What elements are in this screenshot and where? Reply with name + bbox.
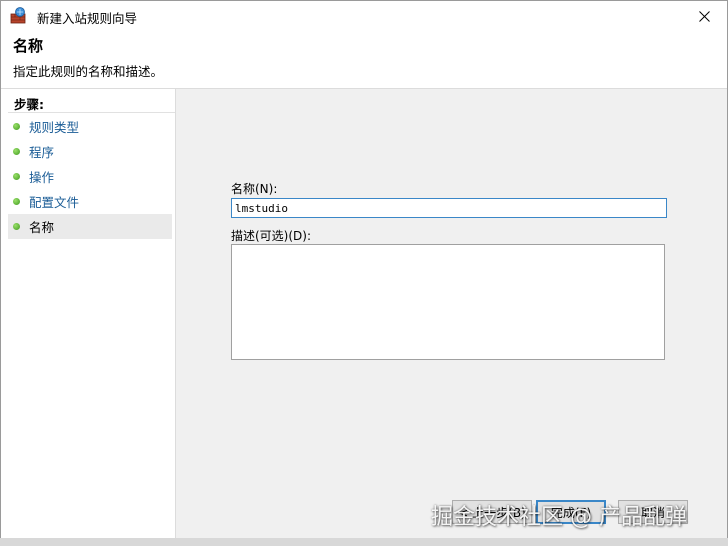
- name-input[interactable]: [231, 198, 667, 218]
- watermark-text: 掘金技术社区 @ 产品乱弹: [431, 505, 687, 530]
- name-label: 名称(N):: [231, 182, 278, 196]
- step-label: 名称: [29, 220, 55, 235]
- wizard-header: 名称 指定此规则的名称和描述。: [1, 31, 727, 89]
- step-program[interactable]: 程序: [8, 139, 172, 164]
- step-rule-type[interactable]: 规则类型: [8, 114, 172, 139]
- description-input[interactable]: [231, 244, 665, 360]
- taskbar-edge: [0, 538, 728, 546]
- page-title: 名称: [13, 37, 44, 55]
- step-status-icon: [13, 123, 20, 130]
- step-status-icon: [13, 148, 20, 155]
- wizard-window: 新建入站规则向导 名称 指定此规则的名称和描述。 步骤: 规则类型 程序 操作 …: [0, 0, 728, 546]
- steps-heading: 步骤:: [14, 97, 44, 112]
- step-action[interactable]: 操作: [8, 164, 172, 189]
- title-bar: 新建入站规则向导: [1, 1, 727, 31]
- description-label: 描述(可选)(D):: [231, 229, 312, 243]
- step-label: 配置文件: [29, 195, 80, 210]
- step-label: 操作: [29, 170, 55, 185]
- step-name: 名称: [8, 214, 172, 239]
- window-title: 新建入站规则向导: [37, 11, 138, 26]
- page-description: 指定此规则的名称和描述。: [13, 64, 164, 79]
- step-profile[interactable]: 配置文件: [8, 189, 172, 214]
- step-status-icon: [13, 223, 20, 230]
- firewall-icon: [10, 7, 26, 24]
- steps-panel: 步骤: 规则类型 程序 操作 配置文件 名称: [8, 89, 176, 539]
- step-label: 程序: [29, 145, 55, 160]
- steps-divider: [8, 112, 175, 113]
- step-status-icon: [13, 173, 20, 180]
- step-label: 规则类型: [29, 120, 80, 135]
- close-icon: [698, 10, 710, 22]
- step-status-icon: [13, 198, 20, 205]
- content-area: 名称(N): 描述(可选)(D): < 上一步(B) 完成(F) 取消: [176, 89, 727, 545]
- close-button[interactable]: [681, 1, 727, 31]
